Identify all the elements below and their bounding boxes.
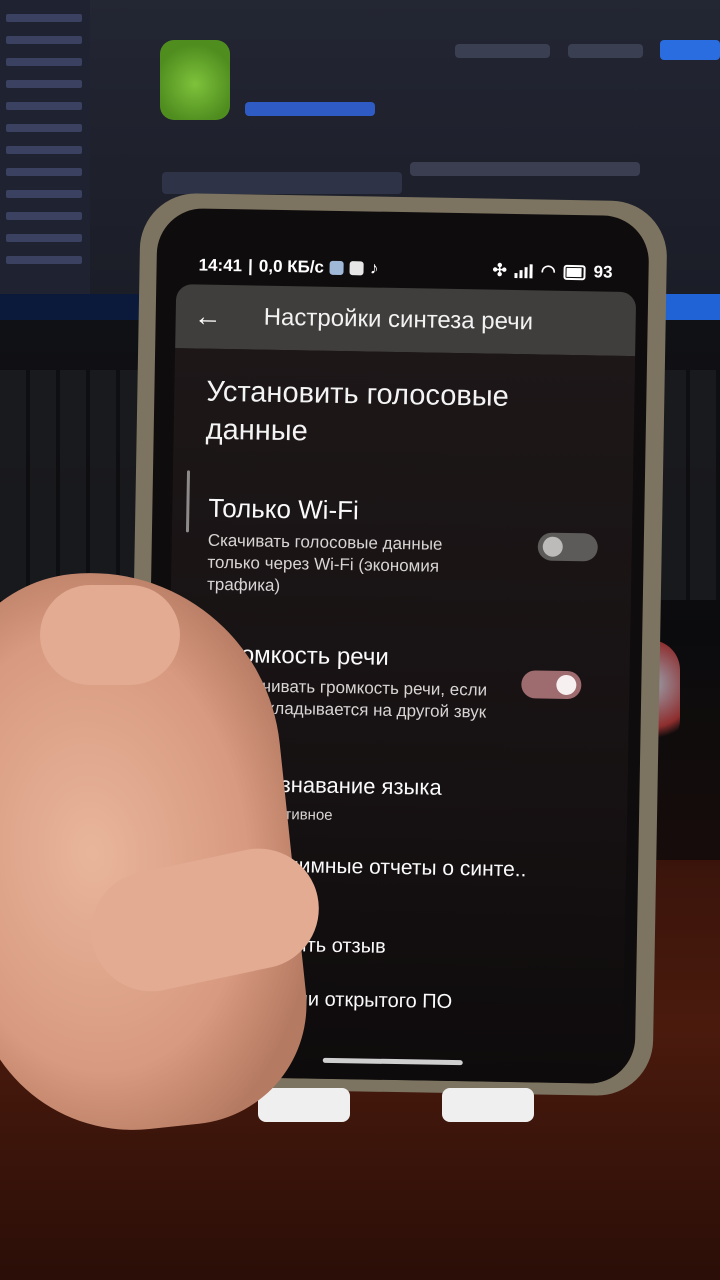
android-app-icon xyxy=(160,40,230,120)
wifi-icon: ◠ xyxy=(540,261,556,281)
monitor-button xyxy=(660,40,720,60)
setting-title: …вить отзыв xyxy=(264,933,386,958)
notification-icon xyxy=(349,261,365,276)
setting-feedback[interactable]: …вить отзыв xyxy=(265,934,595,963)
vibrate-icon: ✣ xyxy=(492,260,507,280)
phone-stand-left xyxy=(258,1088,350,1122)
scrollbar[interactable] xyxy=(185,470,191,533)
finger xyxy=(40,585,180,685)
setting-wifi-only[interactable]: Только Wi-Fi Скачивать голосовые данные … xyxy=(207,493,603,603)
monitor-progress xyxy=(245,102,375,116)
battery-level: 93 xyxy=(593,262,613,282)
back-arrow-icon[interactable]: ← xyxy=(175,300,240,333)
battery-icon xyxy=(563,264,586,280)
setting-title: …нимные отчеты о синте.. xyxy=(265,853,527,882)
setting-title: Только Wi-Fi xyxy=(208,492,360,526)
section-title[interactable]: Установить голосовые данные xyxy=(205,373,546,455)
status-net-speed: 0,0 КБ/с xyxy=(258,256,325,277)
notification-icon xyxy=(329,260,345,276)
signal-icon xyxy=(514,264,533,279)
page-title: Настройки синтеза речи xyxy=(263,303,534,336)
wifi-only-toggle[interactable] xyxy=(537,532,598,562)
monitor-field xyxy=(410,162,640,176)
status-bar: 14:41 | 0,0 КБ/с ♪ ✣ ◠ 93 xyxy=(198,252,612,285)
status-separator: | xyxy=(247,256,254,276)
monitor-sidebar xyxy=(0,0,90,300)
monitor-button xyxy=(455,44,550,58)
setting-subtitle: Скачивать голосовые данные только через … xyxy=(206,530,443,595)
phone-stand-right xyxy=(442,1088,534,1122)
speech-volume-toggle[interactable] xyxy=(521,670,582,700)
tiktok-icon: ♪ xyxy=(369,258,379,278)
monitor-search xyxy=(162,172,402,194)
status-time: 14:41 xyxy=(198,255,243,276)
home-indicator[interactable] xyxy=(322,1057,463,1066)
monitor-button xyxy=(568,44,643,58)
app-bar: ← Настройки синтеза речи xyxy=(175,284,637,357)
